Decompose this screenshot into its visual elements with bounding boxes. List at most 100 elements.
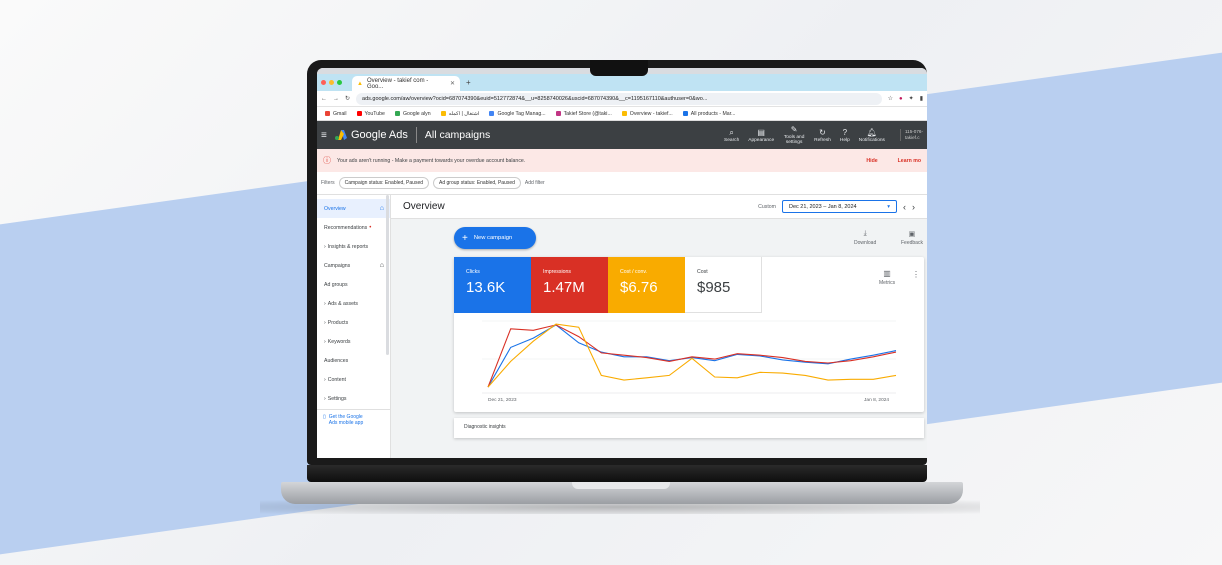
bookmark-google-maps[interactable]: Google alyn <box>394 111 431 117</box>
bookmark-tag-manager[interactable]: Google Tag Manag... <box>489 111 546 117</box>
forward-icon[interactable]: → <box>333 96 339 102</box>
campaign-status-filter-chip[interactable]: Campaign status: Enabled, Paused <box>338 177 430 189</box>
search-tool-button[interactable]: ⌕ Search <box>724 128 739 143</box>
appearance-tool-button[interactable]: ▤ Appearance <box>748 128 774 143</box>
next-period-icon[interactable]: › <box>912 202 915 212</box>
expand-caret-icon: › <box>324 243 326 250</box>
sidebar-item-insights-reports[interactable]: › Insights & reports <box>317 237 390 256</box>
window-controls[interactable] <box>321 80 342 85</box>
campaign-scope-title[interactable]: All campaigns <box>425 129 490 141</box>
google-ads-logo[interactable]: Google Ads <box>335 129 408 141</box>
home-icon: ⌂ <box>379 205 384 212</box>
main-area: Overview ⌂ Recommendations • › Insights & r… <box>317 195 927 458</box>
expand-caret-icon: › <box>324 319 326 326</box>
page-title: Overview <box>403 201 445 212</box>
bookmarks-bar: Gmail YouTube Google alyn اشتغال | اكمله… <box>317 107 927 121</box>
home-icon: ⌂ <box>379 262 384 269</box>
sidebar-item-audiences[interactable]: Audiences <box>317 351 390 370</box>
laptop-screen: ▲ Overview - takief com - Goo... ✕ + ← →… <box>317 68 927 458</box>
close-tab-icon[interactable]: ✕ <box>450 80 455 87</box>
back-icon[interactable]: ← <box>321 96 327 102</box>
bookmark-gmail[interactable]: Gmail <box>325 111 347 117</box>
menu-icon[interactable]: ≡ <box>321 130 335 141</box>
sidebar-item-recommendations[interactable]: Recommendations • <box>317 218 390 237</box>
previous-period-icon[interactable]: ‹ <box>903 202 906 212</box>
feedback-icon: ▣ <box>908 231 916 238</box>
sidebar-item-products[interactable]: › Products <box>317 313 390 332</box>
expand-caret-icon: › <box>324 338 326 345</box>
more-options-icon[interactable]: ⋮ <box>912 270 920 279</box>
browser-tabbar: ▲ Overview - takief com - Goo... ✕ + <box>317 74 927 91</box>
browser-tab-overview[interactable]: ▲ Overview - takief com - Goo... ✕ <box>352 76 460 91</box>
bell-icon: 🔔︎ <box>866 127 877 137</box>
plus-icon: + <box>462 232 468 244</box>
date-range-picker[interactable]: Dec 21, 2023 – Jan 8, 2024 ▾ <box>782 200 897 213</box>
bookmark-star-icon[interactable]: ☆ <box>888 95 893 102</box>
instagram-icon <box>555 111 561 116</box>
performance-line-chart <box>482 320 897 394</box>
help-tool-button[interactable]: ? Help <box>840 128 850 143</box>
sidebar-item-ads-assets[interactable]: › Ads & assets <box>317 294 390 313</box>
metric-tile-cost[interactable]: Cost $985 <box>685 257 762 313</box>
metric-tile-cost-per-conv[interactable]: Cost / conv. $6.76 <box>608 257 685 313</box>
metric-tile-impressions[interactable]: Impressions 1.47M <box>531 257 608 313</box>
bookmark-youtube[interactable]: YouTube <box>356 111 385 117</box>
bookmark-arabic[interactable]: اشتغال | اكمله <box>440 111 479 117</box>
sidebar-scrollbar[interactable] <box>386 195 389 355</box>
metric-tile-clicks[interactable]: Clicks 13.6K <box>454 257 531 313</box>
appearance-icon: ▤ <box>757 127 765 137</box>
bookmark-takief-store[interactable]: Takief Store (@taki... <box>555 111 612 117</box>
download-button[interactable]: ⤓ Download <box>854 230 876 246</box>
laptop-frame: ▲ Overview - takief com - Goo... ✕ + ← →… <box>307 60 927 465</box>
warning-icon: ⓘ <box>323 156 331 165</box>
expand-caret-icon: › <box>324 376 326 383</box>
diagnostic-insights-card[interactable]: Diagnostic insights <box>454 418 924 438</box>
hide-alert-link[interactable]: Hide <box>866 158 877 164</box>
close-window-icon[interactable] <box>321 80 326 85</box>
url-text: ads.google.com/aw/overview?ocid=68707439… <box>362 95 708 102</box>
payment-alert: ⓘ Your ads aren't running - Make a payme… <box>317 149 927 172</box>
refresh-tool-button[interactable]: ↻ Refresh <box>814 128 831 143</box>
add-filter-button[interactable]: Add filter <box>525 180 545 186</box>
marketing-platform-icon <box>682 111 688 116</box>
puzzle-icon[interactable]: ✦ <box>909 95 914 102</box>
url-field[interactable]: ads.google.com/aw/overview?ocid=68707439… <box>356 92 882 105</box>
zoom-window-icon[interactable] <box>337 80 342 85</box>
sidebar-item-overview[interactable]: Overview ⌂ <box>317 199 390 218</box>
new-campaign-button[interactable]: + New campaign <box>454 227 536 249</box>
extension-icon[interactable]: ● <box>899 96 903 102</box>
product-name: Google Ads <box>351 129 408 141</box>
learn-more-link[interactable]: Learn mo <box>898 158 921 164</box>
feedback-button[interactable]: ▣ Feedback <box>901 230 923 246</box>
x-axis-start-label: Dec 21, 2023 <box>488 398 517 403</box>
sidebar-item-campaigns[interactable]: Campaigns ⌂ <box>317 256 390 275</box>
sidebar-item-content[interactable]: › Content <box>317 370 390 389</box>
maps-icon <box>394 111 400 116</box>
overview-content: Overview Custom Dec 21, 2023 – Jan 8, 20… <box>391 195 927 458</box>
bookmark-all-products[interactable]: All products - Mar... <box>682 111 735 117</box>
sidebar-item-ad-groups[interactable]: Ad groups <box>317 275 390 294</box>
minimize-window-icon[interactable] <box>329 80 334 85</box>
bookmark-overview[interactable]: Overview - takief... <box>621 111 673 117</box>
youtube-icon <box>356 111 362 116</box>
metrics-button[interactable]: ▥ Metrics <box>879 269 895 286</box>
date-controls: Custom Dec 21, 2023 – Jan 8, 2024 ▾ ‹ › <box>758 200 915 213</box>
notifications-tool-button[interactable]: 🔔︎ Notifications <box>859 128 885 143</box>
mobile-app-link[interactable]: ▯ Get the Google Ads mobile app <box>317 409 391 430</box>
account-info[interactable]: 115-076- takief.c <box>899 129 923 141</box>
performance-card: Clicks 13.6K Impressions 1.47M Cost / co… <box>454 257 924 412</box>
help-icon: ? <box>842 127 848 137</box>
ad-group-status-filter-chip[interactable]: Ad group status: Enabled, Paused <box>433 177 521 189</box>
series-line-clicks <box>487 324 897 388</box>
sidepanel-icon[interactable]: ▮ <box>920 95 923 102</box>
reload-icon[interactable]: ↻ <box>345 95 350 102</box>
header-divider <box>415 127 417 143</box>
tab-title: Overview - takief com - Goo... <box>366 77 429 90</box>
left-navigation: Overview ⌂ Recommendations • › Insights & r… <box>317 195 391 458</box>
sidebar-item-keywords[interactable]: › Keywords <box>317 332 390 351</box>
series-line-cost-conv- <box>487 323 897 388</box>
tools-settings-button[interactable]: ✎ Tools and settings <box>783 125 805 145</box>
new-tab-button[interactable]: + <box>466 78 471 87</box>
sidebar-item-settings[interactable]: › Settings <box>317 389 390 408</box>
google-ads-icon <box>621 111 627 116</box>
